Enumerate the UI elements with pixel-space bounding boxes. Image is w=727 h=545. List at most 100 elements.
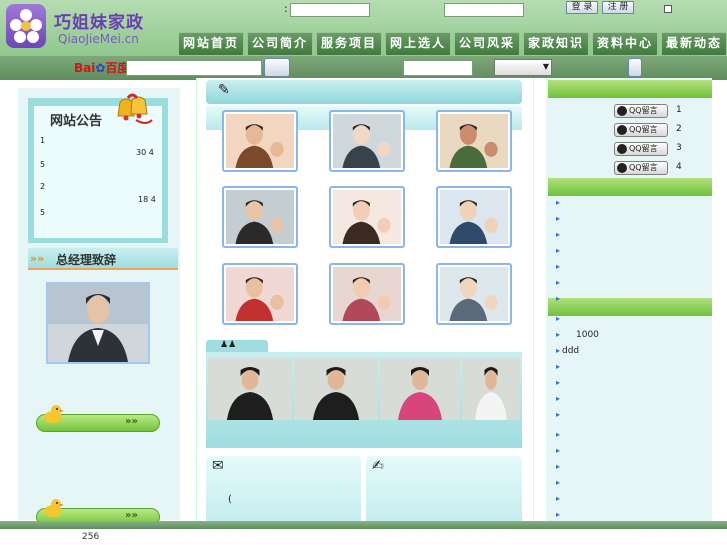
thumbnail-photo-baby-cuddle[interactable] [329,186,405,248]
right-header-bar-1 [548,80,712,98]
bullet-arrow-icon: ▸ [556,294,561,303]
bottom-box-left [206,456,361,526]
baidu-logo: Bai✿百度 [74,59,129,76]
photo-professional-image [226,190,294,244]
qq-message-button[interactable]: QQ留言 [614,142,668,156]
figure-icon: ♟♟ [220,340,237,350]
register-button[interactable]: 注 册 [602,1,634,14]
video-video-4[interactable] [462,358,520,420]
thumbnail-photo-cleaning[interactable] [222,263,298,325]
photo-baby-cuddle-image [333,190,401,244]
category-select[interactable]: ▼ [494,59,552,76]
gm-photo[interactable] [46,282,150,364]
notice-value-3: 18 4 [138,195,156,204]
chevron-down-icon: ▼ [542,62,549,71]
photo-cleaning-image [226,267,294,321]
qq-number: 4 [676,162,682,172]
video-section-tab [206,340,268,352]
video-video-1[interactable] [208,358,292,420]
keyword-input[interactable] [403,60,473,76]
login-button[interactable]: 登 录 [566,1,598,14]
qq-message-button[interactable]: QQ留言 [614,123,668,137]
thumbnail-photo-senior-help[interactable] [436,263,512,325]
nav-services[interactable]: 服务项目 [316,32,382,56]
bells-icon [117,93,153,124]
bullet-arrow-icon: ▸ [556,394,561,403]
note-icon: ✉ [212,458,224,474]
pen-icon: ✍ [372,458,384,474]
photo-mother-baby-image [226,114,294,168]
thumbnail-photo-nanny-infant[interactable] [329,110,405,172]
thumbnail-photo-group[interactable] [329,263,405,325]
video-video-2[interactable] [294,358,378,420]
notice-line-3: 2 [40,182,46,191]
qq-number: 3 [676,143,682,153]
thumbnail-photo-mother-baby[interactable] [222,110,298,172]
username-input[interactable] [290,3,370,17]
photo-group-image [333,267,401,321]
login-colon: : [284,2,288,15]
bullet-arrow-icon: ▸ [556,262,561,271]
bullet-arrow-icon: ▸ [556,314,561,323]
bullet-arrow-icon: ▸ [556,430,561,439]
right-header-bar-2 [548,178,712,196]
column-gap [534,78,546,528]
bullet-arrow-icon: ▸ [556,362,561,371]
bullet-arrow-icon: ▸ [556,410,561,419]
video-4-frame [462,358,520,420]
remember-checkbox[interactable] [664,5,672,13]
nav-knowledge[interactable]: 家政知识 [523,32,589,56]
photo-nanny-infant-image [333,114,401,168]
flower-logo-icon[interactable] [6,4,46,48]
nav-resources[interactable]: 资料中心 [592,32,658,56]
bullet-arrow-icon: ▸ [556,446,561,455]
footer-bar [0,521,727,529]
bullet-arrow-icon: ▸ [556,278,561,287]
password-input[interactable] [444,3,524,17]
bullet-arrow-icon: ▸ [556,478,561,487]
bullet-arrow-icon: ▸ [556,330,561,339]
brand-name-cn: 巧姐妹家政 [54,13,144,33]
nav-select-staff[interactable]: 网上选人 [385,32,451,56]
notice-value-1: 30 4 [136,148,154,157]
baidu-prefix: Bai [74,61,96,75]
duck-icon [44,499,64,517]
qq-message-button[interactable]: QQ留言 [614,161,668,175]
gm-speech-title[interactable]: 总经理致辞 [56,251,116,268]
penguin-icon [617,106,627,116]
main-nav: 网站首页 公司简介 服务项目 网上选人 公司风采 家政知识 资料中心 最新动态 [178,32,727,56]
thumbnail-photo-professional[interactable] [222,186,298,248]
more-arrow-icon: »» [125,510,138,521]
nav-about[interactable]: 公司简介 [247,32,313,56]
search-input[interactable] [126,60,262,76]
qq-number: 1 [676,105,682,115]
bullet-arrow-icon: ▸ [556,230,561,239]
video-video-3[interactable] [380,358,460,420]
photo-family-image [440,190,508,244]
center-header-bar [206,80,522,104]
triple-arrow-icon: »» [30,252,45,265]
duck-icon [44,405,64,423]
go-button[interactable] [628,58,642,77]
video-3-frame [380,358,460,420]
video-2-frame [294,358,378,420]
divider [28,268,178,270]
photo-elder-care-image [440,114,508,168]
qq-message-button[interactable]: QQ留言 [614,104,668,118]
search-button[interactable] [264,58,290,77]
nav-gallery[interactable]: 公司风采 [454,32,520,56]
qq-button-label: QQ留言 [629,144,658,153]
qq-button-label: QQ留言 [629,106,658,115]
penguin-icon [617,163,627,173]
video-1-frame [208,358,292,420]
bullet-arrow-icon: ▸ [556,214,561,223]
bullet-arrow-icon: ▸ [556,378,561,387]
thumbnail-photo-family[interactable] [436,186,512,248]
thumbnail-photo-elder-care[interactable] [436,110,512,172]
penguin-icon [617,144,627,154]
notice-line-2: 5 [40,160,46,169]
nav-news[interactable]: 最新动态 [661,32,727,56]
nav-home[interactable]: 网站首页 [178,32,244,56]
baidu-paw-icon: ✿ [95,61,106,75]
photo-senior-help-image [440,267,508,321]
